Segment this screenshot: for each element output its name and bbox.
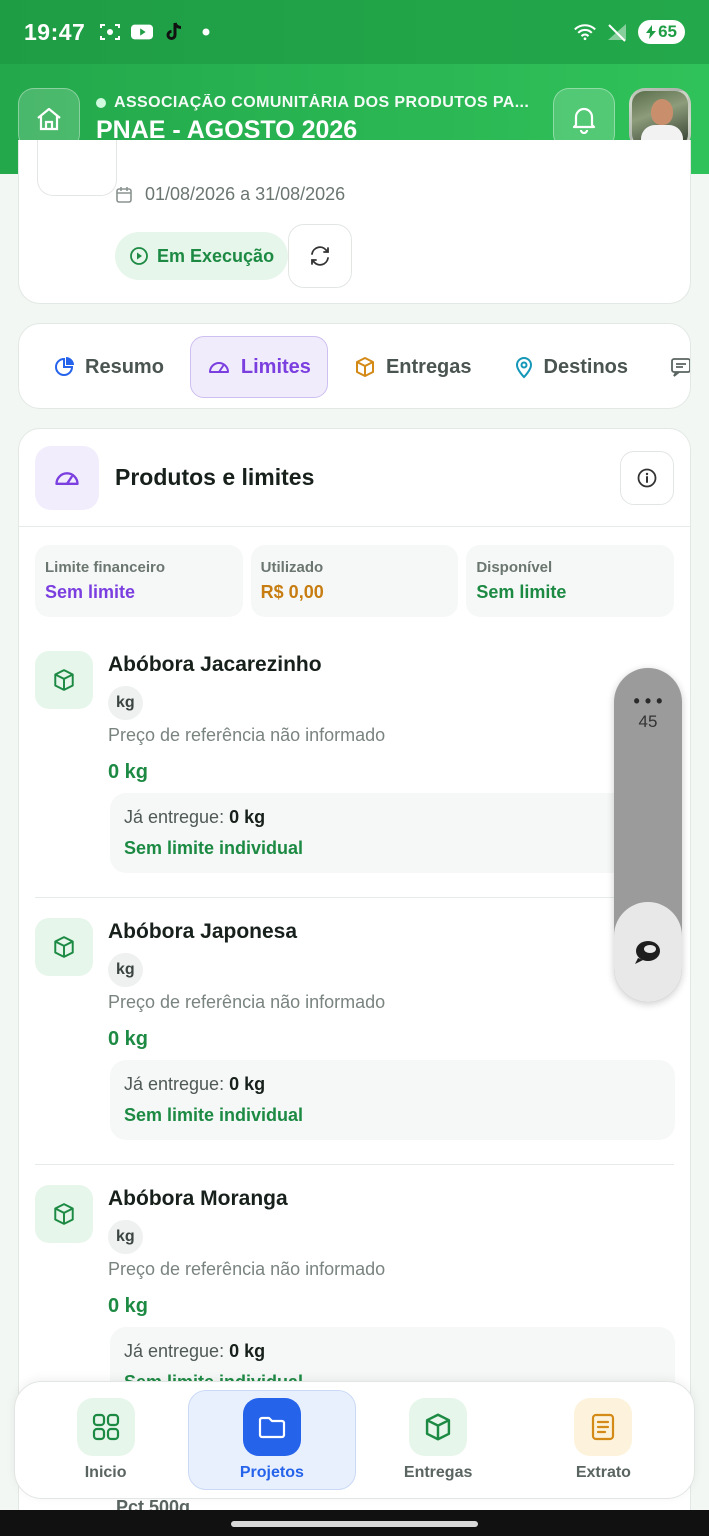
package-icon	[355, 357, 374, 377]
unit-badge: kg	[108, 686, 143, 720]
individual-limit: Sem limite individual	[124, 838, 304, 858]
stat-financial-limit: Limite financeiro Sem limite	[35, 545, 243, 617]
message-icon	[671, 358, 690, 377]
reference-price: Preço de referência não informado	[108, 1259, 386, 1279]
youtube-icon	[131, 22, 154, 42]
gauge-icon	[35, 445, 99, 510]
status-time: 19:47	[24, 18, 86, 45]
home-icon	[37, 107, 61, 131]
refresh-icon	[311, 246, 329, 266]
individual-limit: Sem limite individual	[124, 1105, 304, 1125]
tab-resumo[interactable]: Resumo	[37, 336, 180, 398]
wifi-icon	[574, 22, 596, 42]
bell-icon	[572, 107, 596, 134]
products-limits-panel: Produtos e limites Limite financeiro Sem…	[18, 428, 691, 1536]
product-quantity: 0 kg	[108, 1028, 149, 1050]
nav-extrato[interactable]: Extrato	[521, 1390, 686, 1490]
list-item[interactable]: Abóbora Japonesa kg Preço de referência …	[19, 910, 690, 1165]
nav-label: Projetos	[239, 1464, 304, 1481]
tab-label: Entregas	[385, 355, 472, 378]
tab-destinos[interactable]: Destinos	[498, 336, 644, 398]
box-icon	[35, 651, 93, 709]
grid-icon	[76, 1398, 135, 1456]
panel-title: Produtos e limites	[115, 464, 315, 490]
signal-off-icon	[606, 22, 628, 42]
notification-dot-icon	[195, 22, 217, 42]
project-info-card: 01/08/2026 a 31/08/2026 Em Execução	[18, 140, 691, 304]
online-dot	[96, 97, 106, 108]
product-name: Abóbora Jacarezinho	[108, 653, 322, 676]
refresh-button[interactable]	[288, 224, 352, 288]
limit-stats: Limite financeiro Sem limite Utilizado R…	[19, 527, 690, 617]
delivered-value: 0 kg	[229, 1341, 266, 1361]
list-item[interactable]: Abóbora Jacarezinho kg Preço de referênc…	[19, 643, 690, 898]
bottom-navigation: Inicio Projetos Entregas Extrato	[14, 1381, 695, 1499]
status-badge: Em Execução	[115, 232, 289, 280]
system-navigation-bar	[0, 1510, 709, 1536]
battery-level: 65	[658, 22, 677, 41]
info-icon	[637, 468, 657, 487]
widget-handle[interactable]	[614, 902, 682, 1002]
status-bar: 19:47 65	[0, 0, 709, 64]
tab-comentarios[interactable]: Co	[654, 336, 690, 398]
tab-entregas[interactable]: Entregas	[338, 336, 488, 398]
nav-label: Inicio	[84, 1464, 127, 1481]
home-indicator[interactable]	[231, 1521, 478, 1527]
delivery-summary: Já entregue: 0 kg Sem limite individual	[110, 793, 675, 873]
tab-label: Limites	[240, 355, 311, 378]
box-icon	[35, 918, 93, 976]
more-dots-icon[interactable]: • • •	[614, 692, 682, 710]
play-circle-icon	[130, 247, 148, 265]
map-pin-icon	[515, 357, 532, 379]
floating-widget[interactable]: • • • 45	[614, 668, 682, 1002]
tab-label: Destinos	[543, 355, 628, 378]
status-label: Em Execução	[157, 245, 275, 266]
calendar-icon	[116, 186, 132, 203]
tab-label: Resumo	[85, 355, 164, 378]
battery-indicator: 65	[638, 20, 685, 44]
tiktok-icon	[163, 22, 185, 42]
project-period: 01/08/2026 a 31/08/2026	[145, 184, 346, 204]
widget-count: 45	[638, 712, 658, 731]
nav-projetos[interactable]: Projetos	[188, 1390, 356, 1490]
gauge-icon	[208, 362, 229, 373]
box-icon	[409, 1398, 468, 1456]
tab-limites[interactable]: Limites	[189, 336, 328, 398]
reference-price: Preço de referência não informado	[108, 992, 386, 1012]
product-quantity: 0 kg	[108, 1295, 149, 1317]
product-name: Abóbora Japonesa	[108, 920, 298, 943]
section-tabs: Resumo Limites Entregas Destinos Co	[18, 323, 691, 409]
product-quantity: 0 kg	[108, 761, 149, 783]
chat-bubble-icon	[635, 941, 660, 964]
stat-available: Disponível Sem limite	[466, 545, 675, 617]
stat-used: Utilizado R$ 0,00	[250, 545, 459, 617]
folder-icon	[242, 1398, 301, 1456]
unit-badge: kg	[108, 1220, 143, 1254]
organization-name: ASSOCIAÇÃO COMUNITÁRIA DOS PRODUTOS PA..…	[114, 93, 530, 111]
project-thumbnail	[37, 140, 117, 196]
document-icon	[574, 1398, 633, 1456]
product-name: Abóbora Moranga	[108, 1187, 288, 1210]
nav-inicio[interactable]: Inicio	[23, 1390, 188, 1490]
nav-label: Entregas	[403, 1464, 473, 1481]
box-icon	[35, 1185, 93, 1243]
delivered-value: 0 kg	[229, 1074, 266, 1094]
info-button[interactable]	[620, 450, 674, 505]
reference-price: Preço de referência não informado	[108, 725, 386, 745]
nav-label: Extrato	[575, 1464, 631, 1481]
screenshot-icon	[99, 22, 121, 42]
nav-entregas[interactable]: Entregas	[356, 1390, 521, 1490]
pie-chart-icon	[55, 357, 74, 376]
unit-badge: kg	[108, 953, 143, 987]
delivered-value: 0 kg	[229, 807, 266, 827]
delivery-summary: Já entregue: 0 kg Sem limite individual	[110, 1060, 675, 1140]
